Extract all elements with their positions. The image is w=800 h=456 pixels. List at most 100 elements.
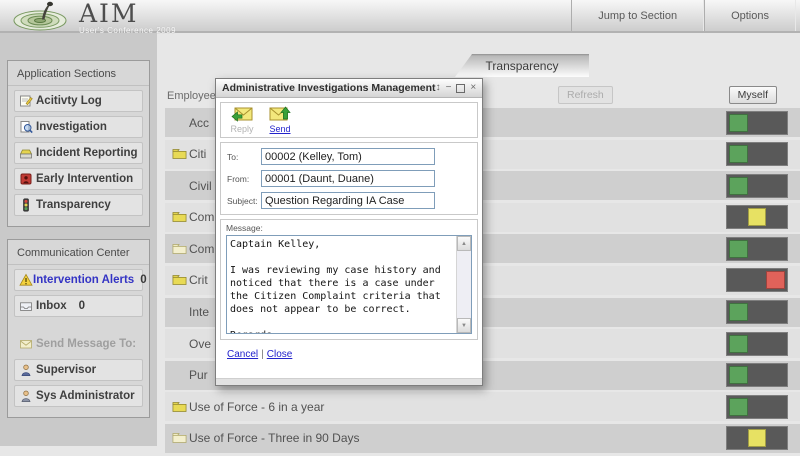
sidebar-item-label: Transparency	[36, 199, 111, 211]
sidebar-item-label: Supervisor	[36, 364, 96, 376]
communication-center-panel: Communication Center Intervention Alerts…	[7, 239, 150, 418]
sidebar-item-label: Early Intervention	[36, 173, 133, 185]
status-indicator-green	[726, 300, 788, 324]
from-field[interactable]	[261, 170, 435, 187]
sidebar-item-label: Intervention Alerts	[33, 274, 134, 286]
sidebar-item-label: Send Message To:	[36, 338, 136, 350]
folder-icon	[172, 401, 189, 413]
reply-envelope-icon	[231, 106, 253, 123]
minimize-icon[interactable]: −	[446, 83, 452, 93]
close-link[interactable]: Close	[267, 349, 293, 360]
row-label: Use of Force - 6 in a year	[189, 400, 324, 414]
folder-icon	[172, 432, 189, 444]
sidebar-item-label: Investigation	[36, 121, 107, 133]
row-label: Civil	[189, 179, 212, 193]
reply-label: Reply	[230, 124, 253, 134]
sidebar-item-intervention-alerts[interactable]: Intervention Alerts 0	[14, 269, 143, 291]
options-button[interactable]: Options	[704, 0, 796, 31]
to-field-label: To:	[227, 152, 261, 162]
sidebar-item-early-intervention[interactable]: Early Intervention	[14, 168, 143, 190]
subject-field[interactable]	[261, 192, 435, 209]
alert-icon	[19, 273, 33, 287]
status-indicator-green	[726, 174, 788, 198]
send-label: Send	[269, 124, 290, 134]
cancel-link[interactable]: Cancel	[227, 349, 258, 360]
tab-transparency[interactable]: Transparency	[455, 54, 589, 77]
refresh-button[interactable]: Refresh	[558, 86, 613, 104]
message-scrollbar[interactable]: ▲ ▼	[456, 236, 471, 333]
dialog-titlebar[interactable]: Administrative Investigations Management…	[216, 79, 482, 98]
dialog-title: Administrative Investigations Management	[222, 82, 436, 94]
status-indicator-green	[726, 363, 788, 387]
inbox-icon	[19, 299, 36, 313]
folder-icon	[172, 274, 189, 286]
transparency-icon	[19, 198, 36, 212]
sidebar-item-supervisor[interactable]: Supervisor	[14, 359, 143, 381]
dialog-toolbar: Reply Send	[220, 102, 478, 138]
dialog-footer-links: Cancel|Close	[220, 344, 478, 365]
status-indicator-green	[726, 237, 788, 261]
sidebar-item-sys-administrator[interactable]: Sys Administrator	[14, 385, 143, 407]
send-button[interactable]: Send	[266, 106, 294, 134]
to-field[interactable]	[261, 148, 435, 165]
jump-to-section-button[interactable]: Jump to Section	[571, 0, 704, 31]
from-field-label: From:	[227, 174, 261, 184]
count-badge: 0	[140, 274, 146, 286]
sidebar-item-label: Sys Administrator	[36, 390, 135, 402]
sidebar-item-inbox[interactable]: Inbox 0	[14, 295, 143, 317]
admin-person-icon	[19, 389, 36, 403]
maximize-icon[interactable]	[456, 84, 465, 93]
row-label: Inte	[189, 305, 209, 319]
dialog-message-section: Message: Captain Kelley, I was reviewing…	[220, 219, 478, 340]
incident-reporting-icon	[19, 146, 36, 160]
sidebar-item-investigation[interactable]: Investigation	[14, 116, 143, 138]
count-badge: 0	[79, 300, 85, 312]
status-indicator-green	[726, 142, 788, 166]
reply-button[interactable]: Reply	[228, 106, 256, 134]
sidebar-item-label: Acitivty Log	[36, 95, 102, 107]
scroll-down-icon[interactable]: ▼	[457, 318, 471, 333]
supervisor-icon	[19, 363, 36, 377]
sidebar-item-label: Inbox	[36, 300, 67, 312]
mail-icon	[19, 337, 36, 351]
message-field-label: Message:	[226, 223, 472, 233]
table-row[interactable]: Use of Force - 6 in a year	[165, 392, 800, 421]
sidebar: Application Sections Acitivty LogInvesti…	[0, 33, 157, 446]
message-dialog: Administrative Investigations Management…	[215, 78, 483, 386]
scroll-up-icon[interactable]: ▲	[457, 236, 471, 251]
message-textarea[interactable]: Captain Kelley, I was reviewing my case …	[227, 236, 456, 333]
dialog-form: To: From: Subject:	[220, 142, 478, 215]
table-row[interactable]: Use of Force - Three in 90 Days	[165, 424, 800, 453]
status-indicator-green	[726, 332, 788, 356]
pin-icon[interactable]: ↕	[436, 83, 441, 93]
dialog-body: Reply Send To: From: Subject:	[216, 98, 482, 369]
app-title: AIM	[79, 3, 176, 25]
top-header: AIM User's Conference 2009 Jump to Secti…	[0, 0, 800, 33]
dialog-footer	[216, 378, 482, 385]
sidebar-item-send-message-to: Send Message To:	[14, 333, 143, 355]
sidebar-item-label: Incident Reporting	[36, 147, 138, 159]
communication-center-title: Communication Center	[8, 240, 149, 265]
status-indicator-yellow	[726, 426, 788, 450]
row-label: Com	[189, 242, 214, 256]
row-label: Use of Force - Three in 90 Days	[189, 431, 360, 445]
row-label: Acc	[189, 116, 209, 130]
row-label: Citi	[189, 147, 206, 161]
ripple-logo-icon	[12, 1, 74, 31]
top-nav: Jump to Section Options	[571, 0, 796, 31]
row-label: Ove	[189, 337, 211, 351]
status-indicator-red	[726, 268, 788, 292]
sidebar-item-incident-reporting[interactable]: Incident Reporting	[14, 142, 143, 164]
early-intervention-icon	[19, 172, 36, 186]
close-icon[interactable]: ×	[470, 83, 476, 93]
sidebar-item-transparency[interactable]: Transparency	[14, 194, 143, 216]
status-indicator-yellow	[726, 205, 788, 229]
sidebar-item-acitivty-log[interactable]: Acitivty Log	[14, 90, 143, 112]
activity-log-icon	[19, 94, 36, 108]
myself-button[interactable]: Myself	[729, 86, 777, 104]
row-label: Com	[189, 210, 214, 224]
folder-icon	[172, 211, 189, 223]
link-separator: |	[261, 349, 264, 360]
folder-icon	[172, 148, 189, 160]
row-label: Pur	[189, 368, 208, 382]
